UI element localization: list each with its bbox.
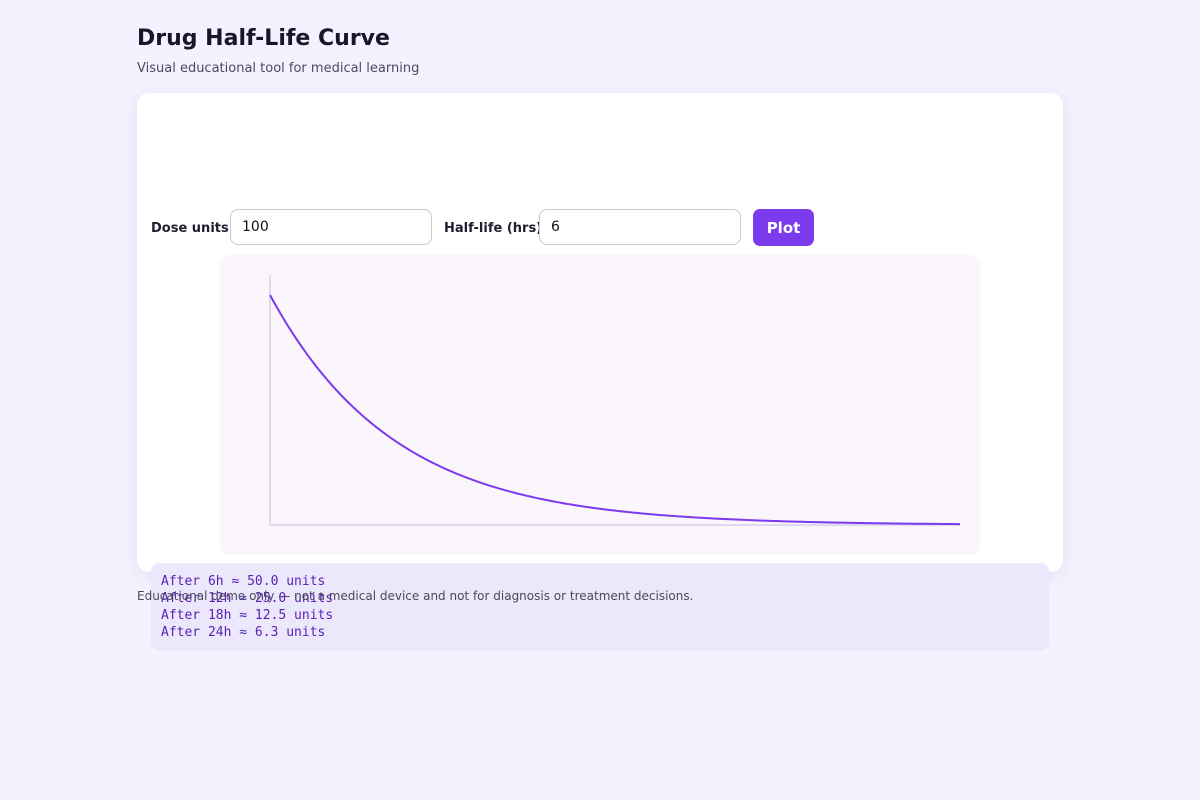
half-life-label: Half-life (hrs): [444, 221, 543, 236]
results-panel: After 6h ≈ 50.0 units After 12h ≈ 25.0 u…: [151, 563, 1049, 651]
dose-label: Dose units: [151, 221, 229, 236]
half-life-input[interactable]: [539, 209, 741, 245]
chart-panel: [220, 255, 980, 555]
result-line: After 24h ≈ 6.3 units: [161, 625, 326, 640]
plot-button[interactable]: Plot: [753, 209, 814, 246]
page-subtitle: Visual educational tool for medical lear…: [137, 61, 420, 76]
decay-chart: [269, 275, 961, 526]
disclaimer-text: Educational demo only — not a medical de…: [137, 589, 694, 603]
result-line: After 6h ≈ 50.0 units: [161, 574, 326, 589]
calculator-card: Dose units Half-life (hrs) Plot After 6h…: [137, 93, 1063, 651]
result-line: After 18h ≈ 12.5 units: [161, 608, 334, 623]
decay-curve-line: [269, 294, 961, 526]
page-title: Drug Half-Life Curve: [137, 26, 390, 51]
dose-input[interactable]: [230, 209, 432, 245]
